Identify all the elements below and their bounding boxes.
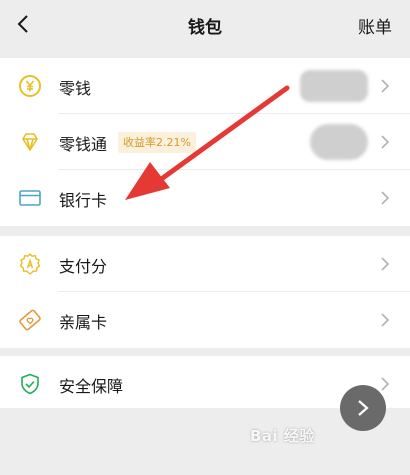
floating-next-button[interactable] <box>340 385 386 431</box>
watermark: Bai 经验 <box>250 427 315 445</box>
chevron-right-icon <box>358 400 369 416</box>
